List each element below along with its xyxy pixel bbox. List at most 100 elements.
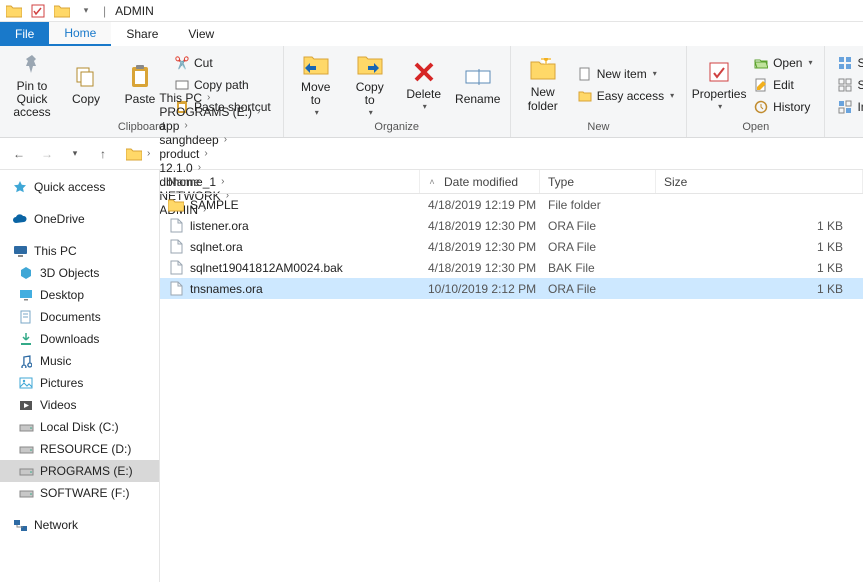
file-icon xyxy=(168,260,184,276)
file-icon xyxy=(168,239,184,255)
copy-button[interactable]: Copy xyxy=(62,50,110,120)
table-row[interactable]: sqlnet.ora4/18/2019 12:30 PMORA File1 KB xyxy=(160,236,863,257)
select-all-button[interactable]: Select all xyxy=(833,53,863,73)
tab-file[interactable]: File xyxy=(0,22,49,46)
file-size: 1 KB xyxy=(656,219,863,233)
sidebar-downloads[interactable]: Downloads xyxy=(0,328,159,350)
file-name: tnsnames.ora xyxy=(190,282,263,296)
invert-selection-button[interactable]: Invert selection xyxy=(833,97,863,117)
new-folder-button[interactable]: New folder xyxy=(519,50,567,120)
network-icon xyxy=(12,517,28,533)
rename-button[interactable]: Rename xyxy=(454,50,502,120)
folder-icon-2 xyxy=(52,2,72,20)
delete-icon xyxy=(410,58,438,86)
sidebar-this-pc[interactable]: This PC xyxy=(0,240,159,262)
table-row[interactable]: SAMPLE4/18/2019 12:19 PMFile folder xyxy=(160,194,863,215)
easy-access-button[interactable]: Easy access▾ xyxy=(573,86,678,106)
cut-button[interactable]: ✂️Cut xyxy=(170,53,275,73)
column-size[interactable]: Size xyxy=(656,170,863,193)
table-row[interactable]: sqlnet19041812AM0024.bak4/18/2019 12:30 … xyxy=(160,257,863,278)
breadcrumb-pc-icon[interactable]: › xyxy=(124,147,155,161)
open-button[interactable]: Open▾ xyxy=(749,53,816,73)
file-list-view: Name ˄ Date modified Type Size SAMPLE4/1… xyxy=(160,170,863,582)
drive-icon xyxy=(18,419,34,435)
breadcrumb-segment[interactable]: app› xyxy=(157,119,265,133)
history-icon xyxy=(753,99,769,115)
delete-button[interactable]: Delete▾ xyxy=(400,50,448,120)
tab-home[interactable]: Home xyxy=(49,22,111,46)
file-date: 4/18/2019 12:19 PM xyxy=(420,198,540,212)
qat-properties-icon[interactable] xyxy=(28,2,48,20)
desktop-icon xyxy=(18,287,34,303)
tab-share[interactable]: Share xyxy=(111,22,173,46)
sidebar-videos[interactable]: Videos xyxy=(0,394,159,416)
properties-button[interactable]: Properties▾ xyxy=(695,50,743,120)
move-to-button[interactable]: Move to▾ xyxy=(292,50,340,120)
breadcrumb-segment[interactable]: sanghdeep› xyxy=(157,133,265,147)
forward-button[interactable]: → xyxy=(36,143,58,165)
cloud-icon xyxy=(12,211,28,227)
column-date[interactable]: Date modified xyxy=(420,170,540,193)
scissors-icon: ✂️ xyxy=(174,55,190,71)
folder-icon xyxy=(4,2,24,20)
file-icon xyxy=(168,281,184,297)
group-new: New folder New item▾ Easy access▾ New xyxy=(511,46,687,137)
sidebar-3d-objects[interactable]: 3D Objects xyxy=(0,262,159,284)
sidebar-onedrive[interactable]: OneDrive xyxy=(0,208,159,230)
recent-locations-button[interactable]: ▾ xyxy=(64,143,86,165)
breadcrumb[interactable]: › This PC›PROGRAMS (E:)›app›sanghdeep›pr… xyxy=(120,142,855,166)
column-headers: Name ˄ Date modified Type Size xyxy=(160,170,863,194)
tab-view[interactable]: View xyxy=(173,22,229,46)
copy-to-button[interactable]: Copy to▾ xyxy=(346,50,394,120)
column-type[interactable]: Type xyxy=(540,170,656,193)
sidebar-pictures[interactable]: Pictures xyxy=(0,372,159,394)
breadcrumb-segment[interactable]: This PC› xyxy=(157,91,265,105)
file-type: ORA File xyxy=(540,219,656,233)
edit-button[interactable]: Edit xyxy=(749,75,816,95)
pc-icon xyxy=(12,243,28,259)
sidebar-local-disk-c[interactable]: Local Disk (C:) xyxy=(0,416,159,438)
group-new-label: New xyxy=(519,121,678,135)
download-icon xyxy=(18,331,34,347)
sidebar-desktop[interactable]: Desktop xyxy=(0,284,159,306)
column-name[interactable]: Name xyxy=(160,170,420,193)
copy-icon xyxy=(72,63,100,91)
paste-icon xyxy=(126,63,154,91)
breadcrumb-segment[interactable]: product› xyxy=(157,147,265,161)
address-bar: ← → ▾ ↑ › This PC›PROGRAMS (E:)›app›sang… xyxy=(0,138,863,170)
sidebar-resource-d[interactable]: RESOURCE (D:) xyxy=(0,438,159,460)
file-name: listener.ora xyxy=(190,219,249,233)
file-date: 4/18/2019 12:30 PM xyxy=(420,219,540,233)
sidebar-music[interactable]: Music xyxy=(0,350,159,372)
table-row[interactable]: tnsnames.ora10/10/2019 2:12 PMORA File1 … xyxy=(160,278,863,299)
navigation-pane: Quick access OneDrive This PC 3D Objects… xyxy=(0,170,160,582)
music-icon xyxy=(18,353,34,369)
up-button[interactable]: ↑ xyxy=(92,143,114,165)
star-icon xyxy=(12,179,28,195)
sidebar-software-f[interactable]: SOFTWARE (F:) xyxy=(0,482,159,504)
history-button[interactable]: History xyxy=(749,97,816,117)
pin-icon xyxy=(18,50,46,78)
breadcrumb-segment[interactable]: PROGRAMS (E:)› xyxy=(157,105,265,119)
title-separator: | xyxy=(100,4,109,18)
pin-to-quick-access-button[interactable]: Pin to Quick access xyxy=(8,50,56,120)
sidebar-network[interactable]: Network xyxy=(0,514,159,536)
file-type: File folder xyxy=(540,198,656,212)
select-none-button[interactable]: Select none xyxy=(833,75,863,95)
qat-dropdown-icon[interactable]: ▾ xyxy=(76,2,96,20)
sidebar-quick-access[interactable]: Quick access xyxy=(0,176,159,198)
table-row[interactable]: listener.ora 4/18/2019 12:30 PMORA File1 … xyxy=(160,215,863,236)
back-button[interactable]: ← xyxy=(8,143,30,165)
new-folder-icon xyxy=(529,56,557,84)
select-none-icon xyxy=(837,77,853,93)
sidebar-programs-e[interactable]: PROGRAMS (E:) xyxy=(0,460,159,482)
group-select-label: Select xyxy=(833,121,863,135)
sidebar-documents[interactable]: Documents xyxy=(0,306,159,328)
folder-icon xyxy=(168,197,184,213)
group-organize-label: Organize xyxy=(292,121,502,135)
title-bar: ▾ | ADMIN xyxy=(0,0,863,22)
rename-icon xyxy=(464,63,492,91)
new-item-button[interactable]: New item▾ xyxy=(573,64,678,84)
file-name: sqlnet19041812AM0024.bak xyxy=(190,261,343,275)
move-to-icon xyxy=(302,51,330,79)
